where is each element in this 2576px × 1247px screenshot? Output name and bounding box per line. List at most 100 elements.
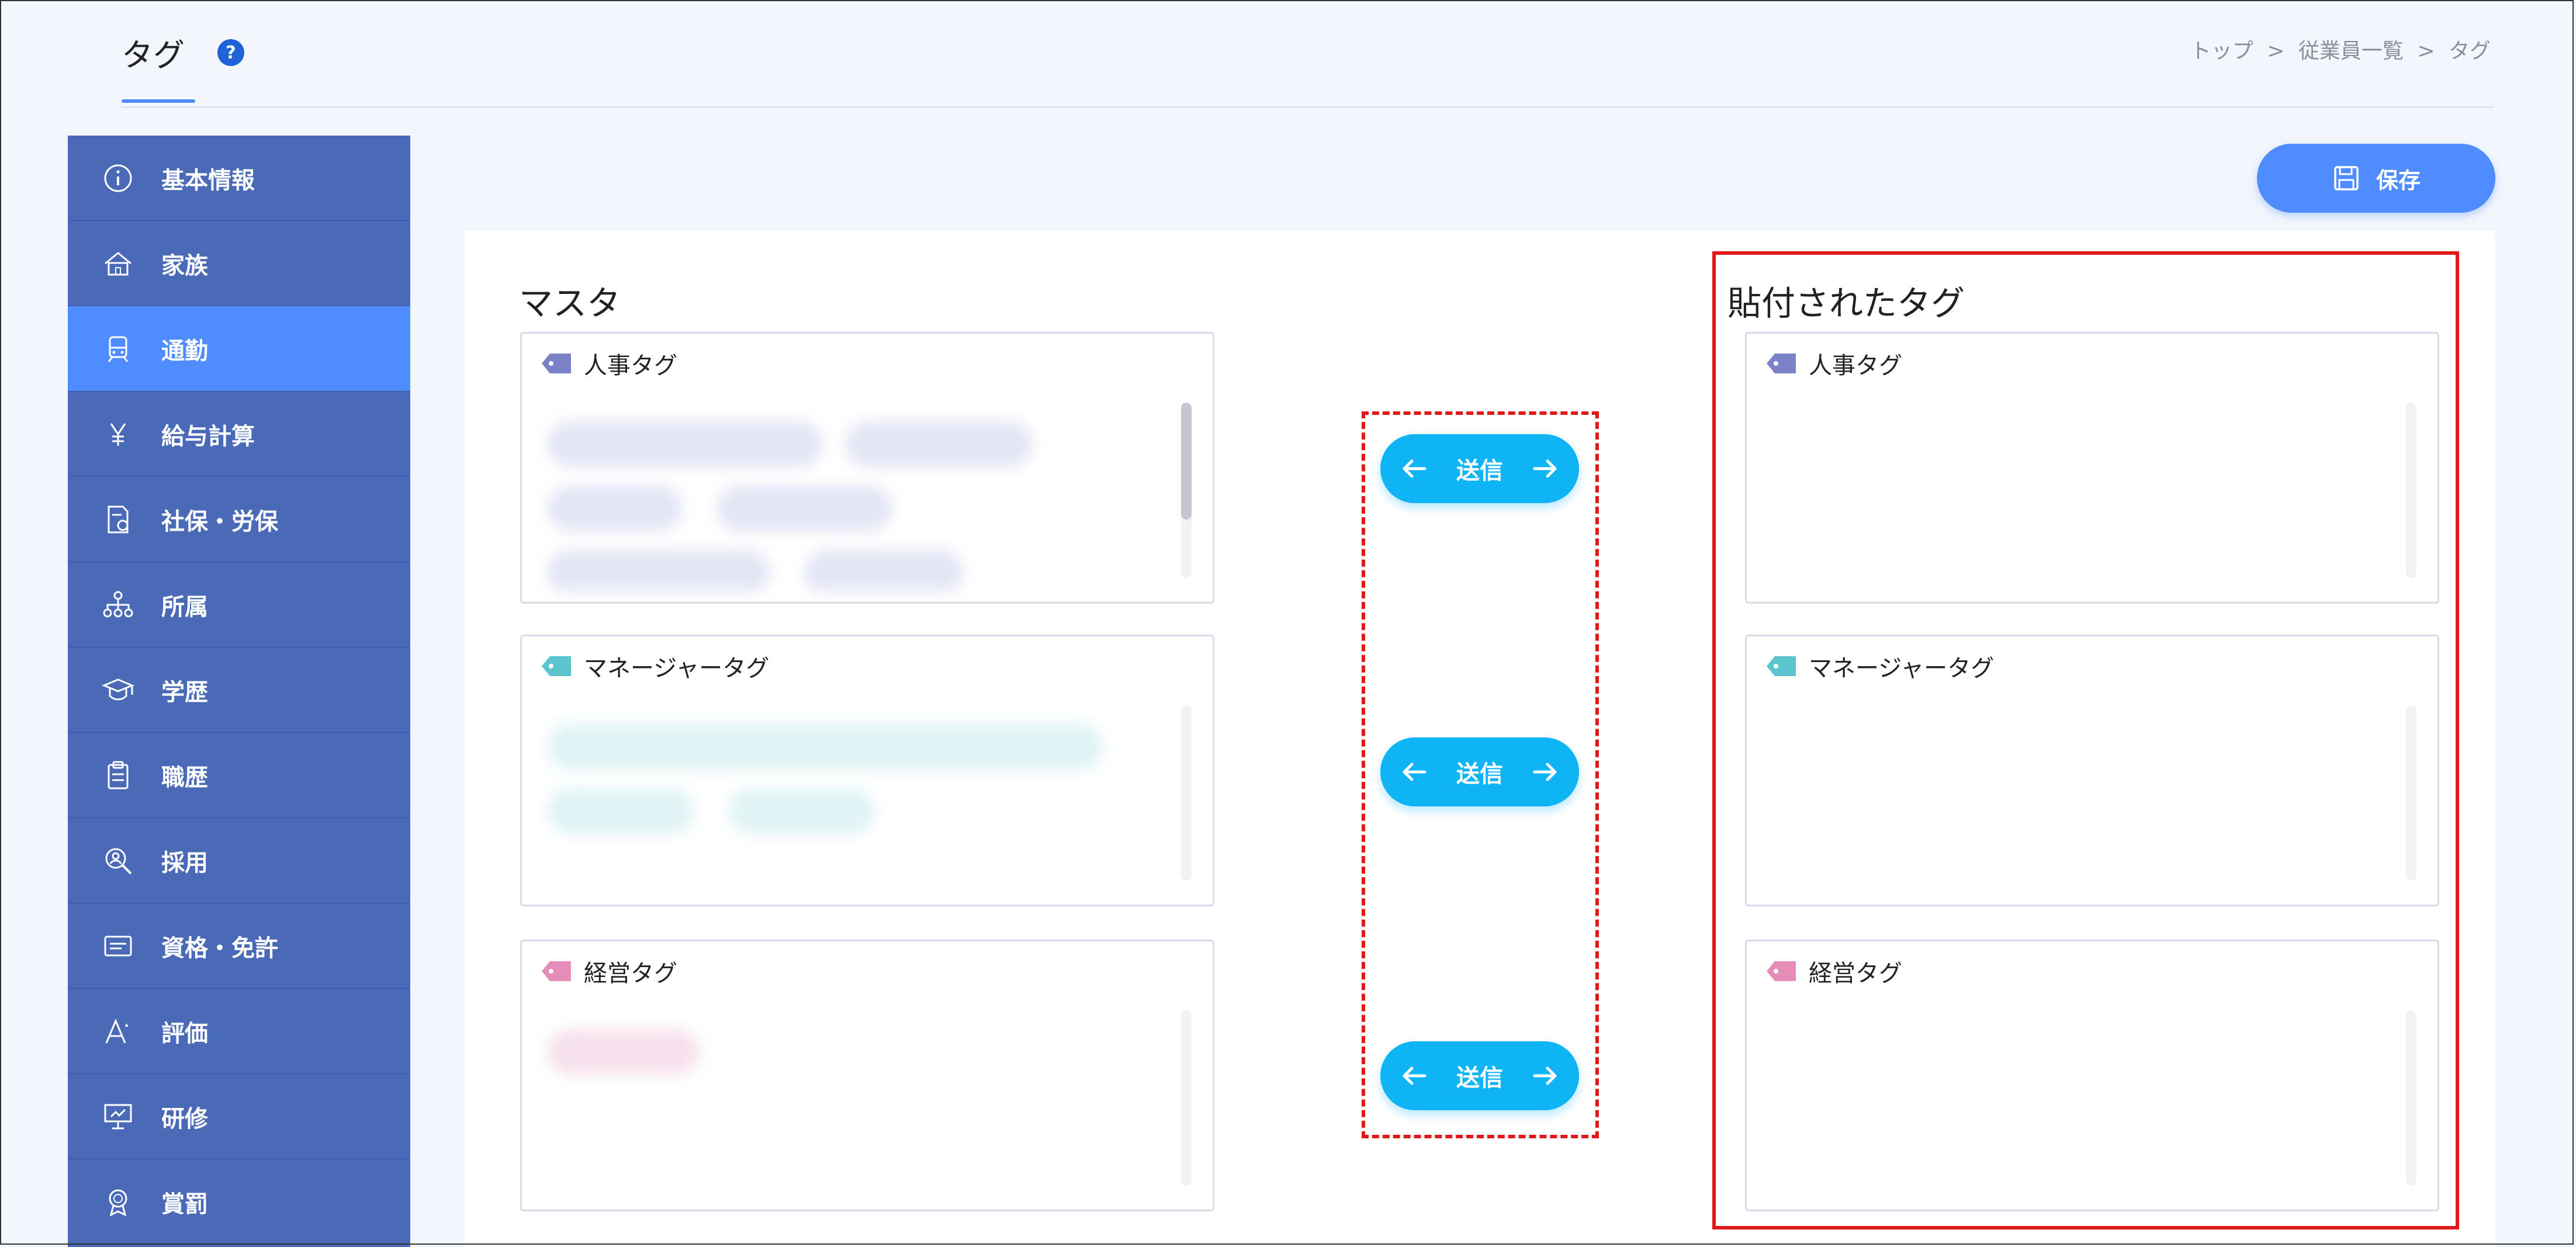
tag-chip[interactable] bbox=[548, 421, 822, 467]
training-board-icon bbox=[101, 1099, 136, 1134]
sidebar-item-label: 通勤 bbox=[161, 337, 208, 365]
help-icon[interactable]: ? bbox=[216, 38, 245, 67]
scrollbar-thumb[interactable] bbox=[1181, 403, 1192, 519]
blurred-tag-list bbox=[542, 410, 1173, 591]
attached-title: 貼付されたタグ bbox=[1727, 283, 1965, 323]
sidebar-item-label: 給与計算 bbox=[161, 422, 255, 450]
arrow-left-icon bbox=[1403, 1066, 1427, 1085]
license-card-icon bbox=[101, 929, 136, 964]
master-management-tag-box: 経営タグ bbox=[520, 940, 1214, 1211]
insurance-icon bbox=[101, 502, 136, 537]
sidebar-item-label: 所属 bbox=[161, 593, 208, 621]
arrow-right-icon bbox=[1533, 459, 1557, 478]
master-manager-tag-box: マネージャータグ bbox=[520, 635, 1214, 906]
sidebar-item-license[interactable]: 資格・免許 bbox=[68, 903, 410, 989]
tag-icon bbox=[1767, 961, 1796, 981]
save-button[interactable]: 保存 bbox=[2257, 144, 2495, 213]
tag-icon bbox=[1767, 354, 1796, 373]
clipboard-icon bbox=[101, 758, 136, 793]
sidebar-item-label: 賞罰 bbox=[161, 1190, 208, 1218]
tag-group-label: マネージャータグ bbox=[584, 655, 770, 682]
sidebar-item-payroll[interactable]: 給与計算 bbox=[68, 392, 410, 477]
arrow-left-icon bbox=[1403, 763, 1427, 781]
blurred-tag-list bbox=[542, 712, 1173, 893]
org-chart-icon bbox=[101, 587, 136, 622]
tag-icon bbox=[542, 354, 571, 373]
arrow-right-icon bbox=[1533, 1066, 1557, 1085]
master-hr-tag-box: 人事タグ bbox=[520, 332, 1214, 604]
breadcrumb-separator: > bbox=[2417, 39, 2435, 63]
title-underline bbox=[122, 99, 195, 103]
info-icon bbox=[101, 161, 136, 196]
attached-management-tag-box: 経営タグ bbox=[1745, 940, 2439, 1211]
scrollbar[interactable] bbox=[2406, 1010, 2416, 1186]
tag-group-header: 経営タグ bbox=[1764, 954, 1902, 988]
send-button-manager[interactable]: 送信 bbox=[1380, 737, 1579, 806]
scrollbar[interactable] bbox=[1181, 1010, 1192, 1186]
scrollbar[interactable] bbox=[2406, 705, 2416, 881]
sidebar-item-recruitment[interactable]: 採用 bbox=[68, 818, 410, 903]
send-button-hr[interactable]: 送信 bbox=[1380, 434, 1579, 503]
recruit-magnifier-icon bbox=[101, 843, 136, 878]
breadcrumb-separator: > bbox=[2267, 39, 2285, 63]
train-icon bbox=[101, 331, 136, 366]
master-title: マスタ bbox=[519, 283, 621, 323]
tag-chip[interactable] bbox=[548, 486, 682, 531]
tag-group-header: 経営タグ bbox=[539, 954, 677, 988]
tag-chip[interactable] bbox=[846, 421, 1033, 467]
breadcrumb: トップ > 従業員一覧 > タグ bbox=[2187, 34, 2494, 64]
sidebar-item-label: 職歴 bbox=[161, 764, 208, 791]
page-title: タグ bbox=[122, 37, 185, 74]
tag-chip[interactable] bbox=[548, 550, 770, 591]
sidebar-item-label: 学歴 bbox=[161, 678, 208, 706]
scrollbar[interactable] bbox=[1181, 705, 1192, 881]
save-button-label: 保存 bbox=[2376, 167, 2421, 193]
yen-icon bbox=[101, 417, 136, 452]
breadcrumb-current: タグ bbox=[2448, 39, 2491, 63]
attached-hr-tag-box: 人事タグ bbox=[1745, 332, 2439, 604]
sidebar-item-family[interactable]: 家族 bbox=[68, 221, 410, 306]
sidebar-item-label: 評価 bbox=[161, 1020, 208, 1047]
tag-chip[interactable] bbox=[805, 550, 962, 591]
scrollbar[interactable] bbox=[1181, 403, 1192, 578]
tag-chip[interactable] bbox=[548, 788, 694, 834]
sidebar-item-work-history[interactable]: 職歴 bbox=[68, 733, 410, 818]
breadcrumb-employee-list[interactable]: 従業員一覧 bbox=[2298, 39, 2404, 63]
tag-icon bbox=[542, 656, 571, 676]
blurred-tag-list bbox=[542, 1017, 1173, 1198]
tag-chip[interactable] bbox=[729, 788, 875, 834]
sidebar-item-label: 研修 bbox=[161, 1105, 208, 1132]
sidebar: 基本情報 家族 通勤 給与計算 社保・労保 所属 学歴 職歴 採用 資格・免許 … bbox=[68, 136, 410, 1247]
sidebar-item-label: 家族 bbox=[161, 252, 208, 279]
tag-group-label: 経営タグ bbox=[1809, 960, 1902, 987]
send-button-label: 送信 bbox=[1456, 458, 1503, 484]
breadcrumb-top[interactable]: トップ bbox=[2190, 39, 2253, 63]
tag-chip[interactable] bbox=[717, 486, 892, 531]
arrow-left-icon bbox=[1403, 459, 1427, 478]
scrollbar[interactable] bbox=[2406, 403, 2416, 578]
svg-text:?: ? bbox=[226, 43, 236, 63]
sidebar-item-awards[interactable]: 賞罰 bbox=[68, 1159, 410, 1245]
sidebar-item-basic-info[interactable]: 基本情報 bbox=[68, 136, 410, 221]
arrow-right-icon bbox=[1533, 763, 1557, 781]
tag-icon bbox=[542, 961, 571, 981]
tag-group-label: 経営タグ bbox=[584, 960, 677, 987]
send-button-management[interactable]: 送信 bbox=[1380, 1041, 1579, 1110]
sidebar-item-commute[interactable]: 通勤 bbox=[68, 306, 410, 392]
sidebar-item-label: 社保・労保 bbox=[161, 508, 278, 535]
tag-chip[interactable] bbox=[548, 1029, 700, 1075]
tag-group-label: 人事タグ bbox=[584, 352, 677, 379]
sidebar-item-affiliation[interactable]: 所属 bbox=[68, 562, 410, 647]
sidebar-item-insurance[interactable]: 社保・労保 bbox=[68, 477, 410, 562]
award-icon bbox=[101, 1184, 136, 1220]
sidebar-item-evaluation[interactable]: 評価 bbox=[68, 989, 410, 1074]
house-icon bbox=[101, 246, 136, 281]
sidebar-item-label: 採用 bbox=[161, 849, 208, 877]
floppy-disk-icon bbox=[2334, 166, 2359, 190]
tag-icon bbox=[1767, 656, 1796, 676]
sidebar-item-label: 資格・免許 bbox=[161, 934, 278, 962]
tag-group-label: 人事タグ bbox=[1809, 352, 1902, 379]
tag-chip[interactable] bbox=[548, 724, 1103, 770]
sidebar-item-education[interactable]: 学歴 bbox=[68, 647, 410, 733]
sidebar-item-training[interactable]: 研修 bbox=[68, 1074, 410, 1159]
